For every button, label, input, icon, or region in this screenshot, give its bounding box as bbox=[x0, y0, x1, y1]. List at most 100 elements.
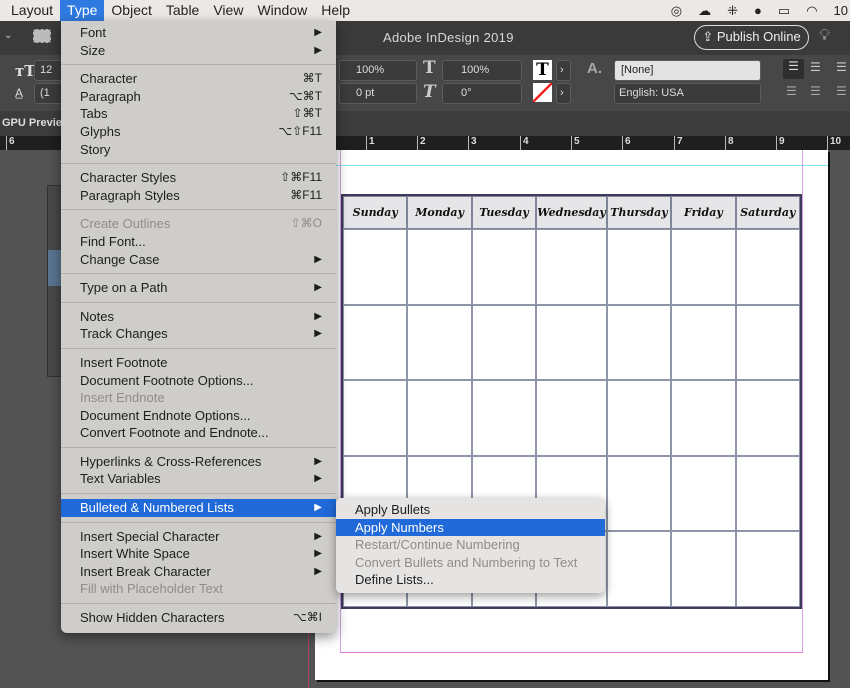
menu-item-character[interactable]: Character ⌘T bbox=[61, 70, 336, 88]
calendar-cell[interactable] bbox=[735, 229, 800, 305]
creative-cloud-icon[interactable]: ◎ bbox=[671, 3, 682, 19]
menu-item-convert-footnote-and-endnote[interactable]: Convert Footnote and Endnote... bbox=[61, 424, 336, 442]
menu-item-define-lists[interactable]: Define Lists... bbox=[336, 571, 605, 589]
menu-view[interactable]: View bbox=[206, 0, 250, 21]
menu-item-change-case[interactable]: Change Case ▶ bbox=[61, 251, 336, 269]
character-style-dropdown[interactable]: [None] bbox=[614, 60, 761, 81]
calendar-cell[interactable] bbox=[343, 304, 408, 381]
calendar-cell[interactable] bbox=[471, 304, 537, 381]
justify-left-button[interactable]: ☰ bbox=[786, 84, 797, 98]
menu-item-text-variables[interactable]: Text Variables ▶ bbox=[61, 470, 336, 488]
fill-color-swatch[interactable]: T bbox=[533, 60, 552, 80]
justify-right-button[interactable]: ☰ bbox=[836, 84, 847, 98]
align-left-button[interactable]: ☰ bbox=[783, 59, 804, 79]
chevron-right-icon[interactable]: › bbox=[556, 83, 571, 104]
baseline-shift-field[interactable]: 0 pt bbox=[339, 83, 417, 104]
menu-item-document-endnote-options[interactable]: Document Endnote Options... bbox=[61, 407, 336, 425]
calendar-cell[interactable] bbox=[471, 229, 537, 305]
menu-item-show-hidden-characters[interactable]: Show Hidden Characters ⌥⌘I bbox=[61, 609, 336, 627]
day-header[interactable]: Wednesday bbox=[536, 196, 607, 229]
grid-icon[interactable]: ⁜ bbox=[727, 3, 738, 19]
align-center-button[interactable]: ☰ bbox=[810, 60, 821, 74]
menu-item-font[interactable]: Font ▶ bbox=[61, 24, 336, 42]
cloud-upload-icon[interactable]: ☁ bbox=[698, 3, 711, 19]
chevron-right-icon[interactable]: › bbox=[556, 60, 571, 81]
day-header[interactable]: Tuesday bbox=[471, 196, 537, 229]
menu-item-paragraph-styles[interactable]: Paragraph Styles ⌘F11 bbox=[61, 187, 336, 205]
justify-center-button[interactable]: ☰ bbox=[810, 84, 821, 98]
day-header[interactable]: Friday bbox=[671, 196, 736, 229]
menu-item-hyperlinks-cross-references[interactable]: Hyperlinks & Cross-References ▶ bbox=[61, 453, 336, 471]
menu-table[interactable]: Table bbox=[159, 0, 206, 21]
calendar-cell[interactable] bbox=[671, 380, 736, 456]
language-dropdown[interactable]: English: USA bbox=[614, 83, 761, 104]
calendar-cell[interactable] bbox=[407, 380, 472, 456]
menu-item-find-font[interactable]: Find Font... bbox=[61, 233, 336, 251]
calendar-cell[interactable] bbox=[606, 380, 672, 456]
menu-item-document-footnote-options[interactable]: Document Footnote Options... bbox=[61, 372, 336, 390]
ruler-tick: 3 bbox=[468, 136, 477, 150]
calendar-cell[interactable] bbox=[343, 229, 408, 305]
menu-item-character-styles[interactable]: Character Styles ⇧⌘F11 bbox=[61, 169, 336, 187]
day-header[interactable]: Thursday bbox=[606, 196, 672, 229]
calendar-cell[interactable] bbox=[735, 304, 800, 381]
chevron-down-icon[interactable]: ⌄ bbox=[4, 30, 12, 41]
stroke-none-swatch[interactable] bbox=[533, 83, 552, 102]
menu-object[interactable]: Object bbox=[104, 0, 158, 21]
calendar-cell[interactable] bbox=[606, 304, 672, 381]
menu-item-type-on-a-path[interactable]: Type on a Path ▶ bbox=[61, 279, 336, 297]
menu-item-notes[interactable]: Notes ▶ bbox=[61, 308, 336, 326]
calendar-cell[interactable] bbox=[407, 304, 472, 381]
airplay-icon[interactable]: ▭ bbox=[778, 3, 790, 19]
menu-item-glyphs[interactable]: Glyphs ⌥⇧F11 bbox=[61, 123, 336, 141]
owl-icon[interactable]: ● bbox=[754, 3, 762, 18]
menu-help[interactable]: Help bbox=[314, 0, 357, 21]
menu-layout[interactable]: Layout bbox=[0, 0, 60, 21]
calendar-cell[interactable] bbox=[671, 455, 736, 532]
horizontal-scale-field[interactable]: 100% bbox=[339, 60, 417, 81]
calendar-cell[interactable] bbox=[671, 304, 736, 381]
calendar-cell[interactable] bbox=[536, 380, 607, 456]
menu-item-insert-break-character[interactable]: Insert Break Character ▶ bbox=[61, 563, 336, 581]
menu-item-insert-footnote[interactable]: Insert Footnote bbox=[61, 354, 336, 372]
calendar-cell[interactable] bbox=[671, 531, 736, 607]
frame-icon[interactable] bbox=[33, 29, 51, 43]
panel-selected-row[interactable] bbox=[48, 250, 62, 286]
menu-item-label: Glyphs bbox=[80, 123, 121, 139]
menu-item-tabs[interactable]: Tabs ⇧⌘T bbox=[61, 105, 336, 123]
menu-item-story[interactable]: Story bbox=[61, 141, 336, 159]
calendar-cell[interactable] bbox=[536, 304, 607, 381]
wifi-icon[interactable]: ◠ bbox=[806, 3, 817, 19]
day-header[interactable]: Sunday bbox=[343, 196, 408, 229]
calendar-cell[interactable] bbox=[606, 229, 672, 305]
calendar-cell[interactable] bbox=[606, 455, 672, 532]
lightbulb-icon[interactable]: 💡︎ bbox=[819, 27, 830, 45]
menu-window[interactable]: Window bbox=[250, 0, 314, 21]
leading-field[interactable]: (1 bbox=[34, 83, 64, 104]
menu-item-size[interactable]: Size ▶ bbox=[61, 42, 336, 60]
day-header[interactable]: Monday bbox=[407, 196, 472, 229]
publish-online-button[interactable]: ⇪ Publish Online bbox=[694, 25, 809, 50]
calendar-cell[interactable] bbox=[471, 380, 537, 456]
menu-type[interactable]: Type bbox=[60, 0, 105, 21]
calendar-cell[interactable] bbox=[671, 229, 736, 305]
calendar-cell[interactable] bbox=[536, 229, 607, 305]
vertical-scale-field[interactable]: 100% bbox=[442, 60, 522, 81]
calendar-cell[interactable] bbox=[735, 455, 800, 532]
calendar-cell[interactable] bbox=[735, 380, 800, 456]
font-size-field[interactable]: 12 bbox=[34, 60, 64, 81]
calendar-cell[interactable] bbox=[735, 531, 800, 607]
menu-item-insert-white-space[interactable]: Insert White Space ▶ bbox=[61, 545, 336, 563]
menu-item-apply-numbers[interactable]: Apply Numbers bbox=[336, 518, 605, 537]
skew-field[interactable]: 0° bbox=[442, 83, 522, 104]
menu-item-apply-bullets[interactable]: Apply Bullets bbox=[336, 501, 605, 519]
menu-item-insert-special-character[interactable]: Insert Special Character ▶ bbox=[61, 528, 336, 546]
menu-item-bulleted-numbered-lists[interactable]: Bulleted & Numbered Lists ▶ bbox=[61, 499, 336, 517]
align-right-button[interactable]: ☰ bbox=[836, 60, 847, 74]
calendar-cell[interactable] bbox=[407, 229, 472, 305]
menu-item-paragraph[interactable]: Paragraph ⌥⌘T bbox=[61, 88, 336, 106]
menu-item-track-changes[interactable]: Track Changes ▶ bbox=[61, 325, 336, 343]
calendar-cell[interactable] bbox=[606, 531, 672, 607]
day-header[interactable]: Saturday bbox=[735, 196, 800, 229]
calendar-cell[interactable] bbox=[343, 380, 408, 456]
